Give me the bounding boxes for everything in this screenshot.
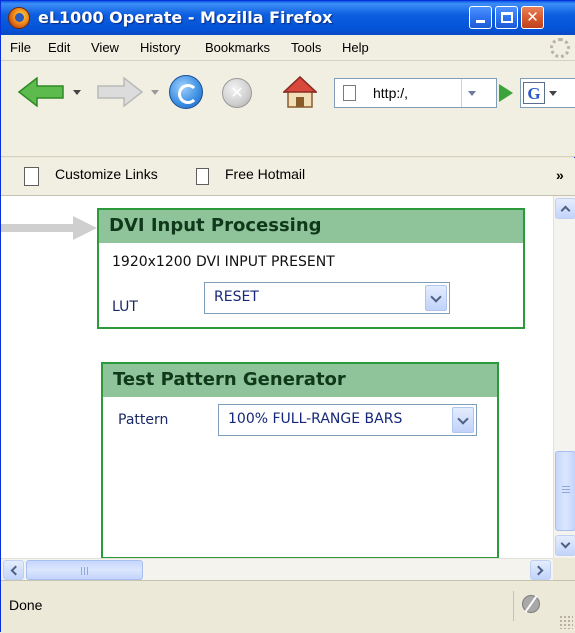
grip-line: [87, 567, 88, 575]
chevron-right-icon: [533, 565, 544, 576]
status-divider: [513, 591, 514, 621]
stop-icon[interactable]: ✕: [222, 78, 252, 108]
menu-bookmarks[interactable]: Bookmarks: [205, 40, 270, 55]
menu-file[interactable]: File: [10, 40, 31, 55]
grip-line: [562, 489, 570, 490]
pointer-arrow-icon: [1, 216, 97, 240]
back-history-dropdown-icon[interactable]: [73, 90, 81, 95]
dvi-input-processing-panel: DVI Input Processing 1920x1200 DVI INPUT…: [97, 208, 525, 329]
test-pattern-panel-title: Test Pattern Generator: [103, 364, 497, 397]
bookmark-customize-links[interactable]: Customize Links: [55, 166, 158, 182]
scroll-left-button[interactable]: [3, 560, 24, 580]
bookmarks-toolbar: Customize Links Free Hotmail »: [1, 158, 575, 196]
lut-dropdown-button[interactable]: [425, 285, 447, 311]
chevron-down-icon: [430, 291, 442, 303]
browser-window: eL1000 Operate - Mozilla Firefox ✕ File …: [0, 0, 575, 633]
search-engine-selector[interactable]: G: [520, 78, 575, 108]
page-content: DVI Input Processing 1920x1200 DVI INPUT…: [1, 196, 553, 558]
window-title: eL1000 Operate - Mozilla Firefox: [38, 8, 333, 27]
page-icon: [343, 85, 356, 101]
grip-line: [81, 567, 82, 575]
title-bar[interactable]: eL1000 Operate - Mozilla Firefox ✕: [1, 1, 575, 35]
dvi-input-status: 1920x1200 DVI INPUT PRESENT: [112, 254, 335, 270]
grip-line: [562, 492, 570, 493]
vertical-scroll-thumb[interactable]: [555, 451, 575, 531]
scroll-down-button[interactable]: [555, 535, 575, 556]
close-icon: ✕: [526, 8, 539, 26]
bookmark-page-icon: [196, 168, 209, 185]
chevron-up-icon: [560, 205, 571, 216]
forward-history-dropdown-icon[interactable]: [151, 90, 159, 95]
menu-view[interactable]: View: [91, 40, 119, 55]
scroll-right-button[interactable]: [530, 560, 551, 580]
chevron-down-icon: [468, 91, 476, 96]
scrollbar-corner: [553, 558, 575, 580]
back-icon[interactable]: [17, 77, 65, 107]
home-icon[interactable]: [283, 75, 317, 109]
firefox-icon: [8, 7, 30, 29]
close-button[interactable]: ✕: [521, 6, 544, 29]
menu-history[interactable]: History: [140, 40, 180, 55]
bookmark-free-hotmail[interactable]: Free Hotmail: [225, 166, 305, 182]
menu-bar: File Edit View History Bookmarks Tools H…: [1, 35, 575, 61]
url-history-dropdown[interactable]: [461, 79, 481, 107]
grip-line: [562, 486, 570, 487]
menu-tools[interactable]: Tools: [291, 40, 321, 55]
google-icon: G: [523, 82, 545, 104]
pattern-dropdown-button[interactable]: [452, 407, 474, 433]
horizontal-scrollbar[interactable]: [1, 558, 553, 580]
chevron-down-icon: [560, 538, 571, 549]
vertical-scrollbar[interactable]: [553, 196, 575, 558]
status-bar: Done: [1, 580, 575, 633]
resize-grip-icon[interactable]: [559, 615, 573, 629]
minimize-button[interactable]: [469, 6, 492, 29]
minimize-icon: [476, 20, 485, 23]
lut-select-value: RESET: [214, 289, 259, 305]
lut-label: LUT: [112, 299, 138, 315]
go-icon[interactable]: [499, 84, 513, 102]
status-text: Done: [9, 597, 43, 613]
reload-icon[interactable]: [169, 75, 203, 109]
scroll-up-button[interactable]: [555, 198, 575, 219]
pattern-select-value: 100% FULL-RANGE BARS: [228, 411, 403, 427]
dvi-panel-title: DVI Input Processing: [99, 210, 523, 243]
chevron-down-icon: [457, 413, 469, 425]
navigation-toolbar: ✕ http:/, G: [1, 61, 575, 157]
horizontal-scroll-thumb[interactable]: [26, 560, 143, 580]
menu-edit[interactable]: Edit: [48, 40, 70, 55]
bookmark-page-icon: [24, 167, 39, 186]
pattern-label: Pattern: [118, 412, 169, 428]
maximize-icon: [501, 12, 513, 23]
grip-line: [84, 567, 85, 575]
security-status-icon[interactable]: [522, 595, 540, 613]
chevron-left-icon: [10, 565, 21, 576]
throbber-icon: [550, 38, 570, 58]
url-text[interactable]: http:/,: [373, 85, 428, 101]
bookmarks-overflow-chevron[interactable]: »: [556, 167, 564, 183]
maximize-button[interactable]: [495, 6, 518, 29]
search-engine-dropdown-icon[interactable]: [549, 91, 557, 96]
menu-help[interactable]: Help: [342, 40, 369, 55]
url-bar[interactable]: http:/,: [334, 78, 497, 108]
test-pattern-generator-panel: Test Pattern Generator Pattern 100% FULL…: [101, 362, 499, 558]
forward-icon[interactable]: [96, 77, 144, 107]
pattern-select[interactable]: 100% FULL-RANGE BARS: [218, 404, 477, 436]
lut-select[interactable]: RESET: [204, 282, 450, 314]
